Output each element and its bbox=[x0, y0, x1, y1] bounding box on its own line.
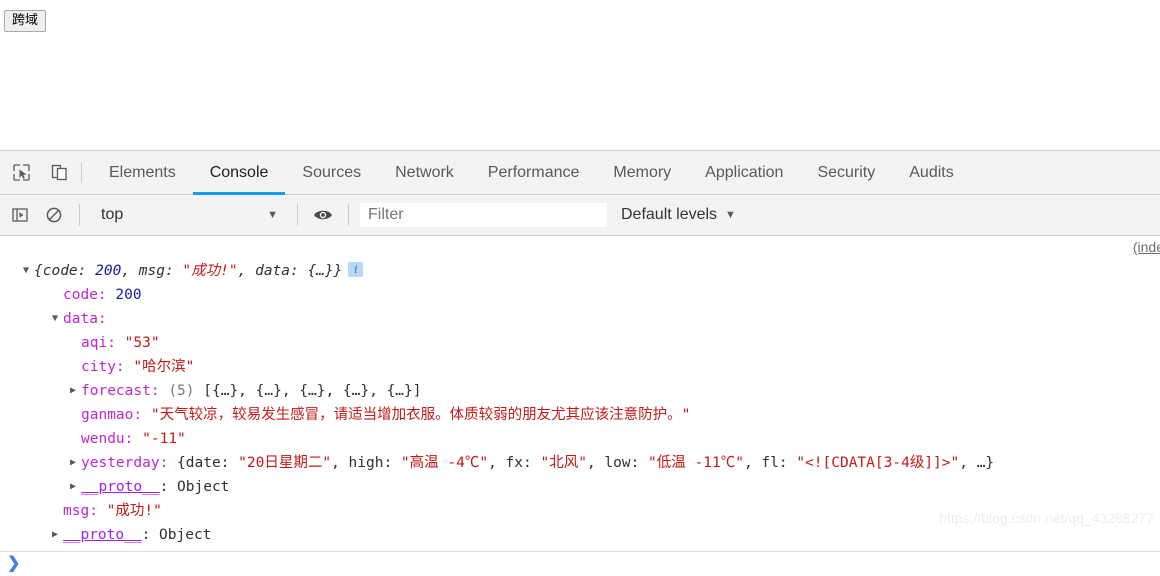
yesterday-high-value: "高温 -4℃" bbox=[400, 455, 489, 471]
property-key-city: city: bbox=[81, 359, 125, 375]
clear-console-icon[interactable] bbox=[40, 201, 68, 229]
property-value-proto-outer: : Object bbox=[141, 527, 212, 543]
console-context-select[interactable]: top ▼ bbox=[91, 202, 286, 228]
console-output: (inde {code: 200, msg: "成功!", data: {…}}… bbox=[0, 236, 1160, 552]
log-line-aqi: aqi: "53" bbox=[0, 331, 1160, 355]
yesterday-low-value: "低温 -11℃" bbox=[648, 455, 744, 471]
log-line-city: city: "哈尔滨" bbox=[0, 355, 1160, 379]
yesterday-p2: , fx: bbox=[488, 455, 541, 471]
yesterday-p1: , high: bbox=[331, 455, 401, 471]
disclosure-triangle-proto-outer[interactable] bbox=[49, 523, 61, 547]
property-value-aqi: "53" bbox=[124, 335, 160, 351]
property-count-forecast: (5) bbox=[168, 383, 195, 399]
console-source-link[interactable]: (inde bbox=[1133, 239, 1160, 255]
property-value-city: "哈尔滨" bbox=[133, 359, 195, 375]
console-toolbar-divider-3 bbox=[348, 204, 349, 226]
console-toolbar: top ▼ Default levels ▼ bbox=[0, 195, 1160, 236]
root-mid-2: , data: {…}} bbox=[237, 263, 343, 279]
live-expression-eye-icon[interactable] bbox=[309, 201, 337, 229]
yesterday-p5: , …} bbox=[959, 455, 995, 471]
console-context-value: top bbox=[101, 206, 124, 223]
inspect-element-icon[interactable] bbox=[7, 159, 35, 187]
log-line-forecast: forecast: (5) [{…}, {…}, {…}, {…}, {…}] bbox=[0, 379, 1160, 403]
chevron-down-icon: ▼ bbox=[267, 208, 278, 221]
log-line-root-preview: {code: 200, msg: "成功!", data: {…}} i bbox=[0, 259, 1160, 283]
devtools-tab-list: Elements Console Sources Network Perform… bbox=[92, 151, 971, 195]
devtools-tool-icons bbox=[0, 159, 73, 187]
tab-performance[interactable]: Performance bbox=[471, 151, 597, 195]
log-line-yesterday: yesterday: {date: "20日星期二", high: "高温 -4… bbox=[0, 451, 1160, 475]
tab-application[interactable]: Application bbox=[688, 151, 800, 195]
chevron-right-icon: ❯ bbox=[7, 555, 21, 572]
property-value-forecast: [{…}, {…}, {…}, {…}, {…}] bbox=[203, 383, 422, 399]
log-line-code: code: 200 bbox=[0, 283, 1160, 307]
console-toolbar-divider-2 bbox=[297, 204, 298, 226]
yesterday-p4: , fl: bbox=[743, 455, 797, 471]
device-toolbar-icon[interactable] bbox=[45, 159, 73, 187]
disclosure-triangle-data[interactable] bbox=[49, 307, 61, 331]
cors-button[interactable]: 跨域 bbox=[4, 10, 47, 32]
property-value-msg: "成功!" bbox=[106, 503, 162, 519]
property-key-proto-inner[interactable]: __proto__ bbox=[81, 479, 160, 495]
tab-memory[interactable]: Memory bbox=[596, 151, 688, 195]
property-value-code: 200 bbox=[115, 287, 142, 303]
console-prompt[interactable]: ❯ bbox=[0, 551, 1160, 576]
yesterday-p3: , low: bbox=[586, 455, 649, 471]
tab-elements[interactable]: Elements bbox=[92, 151, 193, 195]
property-key-aqi: aqi: bbox=[81, 335, 116, 351]
root-prefix: {code: bbox=[34, 263, 96, 279]
root-mid-1: , msg: bbox=[121, 263, 183, 279]
property-key-forecast: forecast: bbox=[81, 383, 160, 399]
log-line-proto-inner: __proto__: Object bbox=[0, 475, 1160, 499]
disclosure-triangle-root[interactable] bbox=[20, 259, 32, 283]
tab-sources[interactable]: Sources bbox=[285, 151, 378, 195]
property-key-data: data: bbox=[63, 311, 107, 327]
console-filter-input[interactable] bbox=[360, 203, 607, 227]
tabbar-divider bbox=[81, 162, 82, 183]
devtools-tabbar: Elements Console Sources Network Perform… bbox=[0, 151, 1160, 195]
property-key-code: code: bbox=[63, 287, 107, 303]
root-code-value: 200 bbox=[95, 263, 122, 279]
console-toolbar-divider-1 bbox=[79, 204, 80, 226]
property-key-wendu: wendu: bbox=[81, 431, 134, 447]
log-line-proto-outer: __proto__: Object bbox=[0, 523, 1160, 547]
chevron-down-icon: ▼ bbox=[725, 208, 736, 221]
yesterday-date-value: "20日星期二" bbox=[238, 455, 332, 471]
tab-network[interactable]: Network bbox=[378, 151, 471, 195]
yesterday-fl-value: "<![CDATA[3-4级]]>" bbox=[796, 455, 960, 471]
web-page-viewport: 跨域 bbox=[0, 0, 1160, 150]
property-key-yesterday: yesterday: bbox=[81, 455, 169, 471]
property-key-msg: msg: bbox=[63, 503, 98, 519]
property-value-ganmao: "天气较凉，较易发生感冒，请适当增加衣服。体质较弱的朋友尤其应该注意防护。" bbox=[150, 407, 691, 423]
watermark: https://blog.csdn.net/qq_43288277 bbox=[939, 510, 1154, 526]
console-log-levels-label: Default levels bbox=[621, 206, 718, 223]
console-sidebar-toggle-icon[interactable] bbox=[6, 201, 34, 229]
property-value-wendu: "-11" bbox=[142, 431, 186, 447]
tab-security[interactable]: Security bbox=[800, 151, 892, 195]
info-icon[interactable]: i bbox=[348, 262, 364, 277]
property-key-ganmao: ganmao: bbox=[81, 407, 143, 423]
tab-audits[interactable]: Audits bbox=[892, 151, 970, 195]
yesterday-fx-value: "北风" bbox=[540, 455, 587, 471]
log-line-wendu: wendu: "-11" bbox=[0, 427, 1160, 451]
root-msg-value: "成功!" bbox=[182, 263, 238, 279]
disclosure-triangle-forecast[interactable] bbox=[67, 379, 79, 403]
console-log-levels-select[interactable]: Default levels ▼ bbox=[621, 206, 736, 224]
log-line-ganmao: ganmao: "天气较凉，较易发生感冒，请适当增加衣服。体质较弱的朋友尤其应该… bbox=[0, 403, 1160, 427]
yesterday-p0: {date: bbox=[177, 455, 239, 471]
log-line-data: data: bbox=[0, 307, 1160, 331]
disclosure-triangle-proto-inner[interactable] bbox=[67, 475, 79, 499]
property-key-proto-outer[interactable]: __proto__ bbox=[63, 527, 142, 543]
devtools-panel: Elements Console Sources Network Perform… bbox=[0, 150, 1160, 576]
property-value-proto-inner: : Object bbox=[159, 479, 230, 495]
tab-console[interactable]: Console bbox=[192, 151, 286, 195]
disclosure-triangle-yesterday[interactable] bbox=[67, 451, 79, 475]
console-log-entry: {code: 200, msg: "成功!", data: {…}}i code… bbox=[0, 236, 1160, 547]
